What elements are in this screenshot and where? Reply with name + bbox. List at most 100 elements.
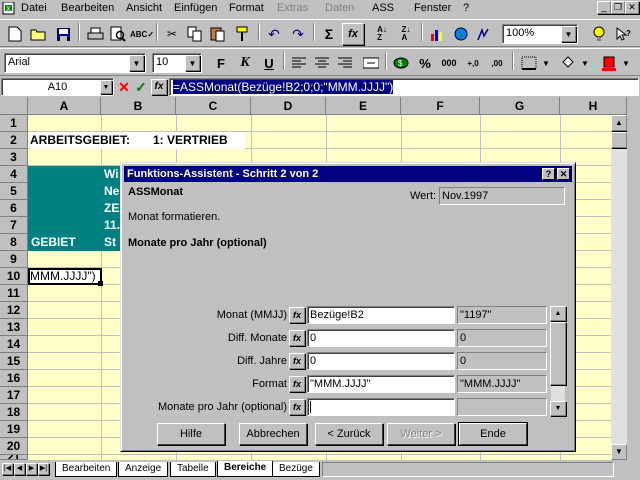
arg-input-monat[interactable]: Bezüge!B2 [307,306,455,324]
increase-decimal-button[interactable]: +,0 [462,52,484,74]
chevron-down-icon[interactable]: ▼ [620,52,632,74]
back-button[interactable]: < Zurück [315,423,383,445]
row-header[interactable]: 3 [0,149,28,166]
arg-fx-icon[interactable]: fx [289,399,305,415]
col-header-g[interactable]: G [480,97,560,115]
next-button[interactable]: Weiter > [387,423,455,445]
row-header[interactable]: 6 [0,200,28,217]
tab-bereiche[interactable]: Bereiche [217,461,274,477]
arg-fx-icon[interactable]: fx [289,353,305,369]
function-wizard-icon[interactable]: fx [342,23,364,45]
fill-color-icon[interactable] [557,52,579,74]
excel-doc-icon[interactable]: X [2,1,16,15]
formula-input[interactable]: =ASSMonat(Bezüge!B2;0;0;"MMM.JJJJ") [169,78,639,96]
font-select[interactable]: Arial ▼ [4,53,146,73]
menu-ansicht[interactable]: Ansicht [126,2,162,14]
arg-fx-icon[interactable]: fx [289,330,305,346]
menu-daten[interactable]: Daten [325,2,354,14]
row-header[interactable]: 9 [0,251,28,268]
chevron-down-icon[interactable]: ▼ [579,52,591,74]
restore-button[interactable]: ❐ [611,1,625,14]
row-header[interactable]: 12 [0,302,28,319]
scroll-up-icon[interactable]: ▲ [611,115,627,131]
arg-input-diff-monate[interactable]: 0 [307,329,455,347]
horizontal-scrollbar[interactable] [322,462,614,477]
first-sheet-icon[interactable]: |◀ [2,463,13,475]
scroll-down-icon[interactable]: ▼ [611,444,627,460]
align-center-icon[interactable] [311,52,333,74]
menu-datei[interactable]: Datei [21,2,47,14]
scroll-thumb[interactable] [611,132,627,148]
row-header[interactable]: 10 [0,268,28,285]
map-icon[interactable] [450,23,472,45]
arg-scroll-thumb[interactable] [550,322,566,385]
sort-desc-icon[interactable]: Z↓ A [395,23,417,45]
row-header[interactable]: 5 [0,183,28,200]
row-header[interactable]: 18 [0,404,28,421]
cut-icon[interactable]: ✂ [161,23,183,45]
scroll-up-icon[interactable]: ▲ [550,306,566,321]
chart-wizard-icon[interactable] [426,23,448,45]
row-header[interactable]: 8 [0,234,28,251]
row-header[interactable]: 14 [0,336,28,353]
print-preview-icon[interactable] [107,23,129,45]
row-header[interactable]: 7 [0,217,28,234]
menu-einfuegen[interactable]: Einfügen [174,2,217,14]
col-header-f[interactable]: F [401,97,480,115]
open-icon[interactable] [28,23,50,45]
row-header[interactable]: 17 [0,387,28,404]
help-pointer-icon[interactable]: ? [612,23,634,45]
row-header[interactable]: 19 [0,421,28,438]
font-size-select[interactable]: 10 ▼ [152,53,202,73]
save-icon[interactable] [52,23,74,45]
arg-input-format[interactable]: "MMM.JJJJ" [307,375,455,393]
menu-fenster[interactable]: Fenster [414,2,451,14]
menu-format[interactable]: Format [229,2,264,14]
help-button[interactable]: Hilfe [157,423,225,445]
menu-bearbeiten[interactable]: Bearbeiten [61,2,114,14]
percent-button[interactable]: % [414,52,436,74]
prev-sheet-icon[interactable]: ◀ [14,463,25,475]
tip-wizard-icon[interactable] [588,23,610,45]
tab-bearbeiten[interactable]: Bearbeiten [55,462,118,477]
arg-input-monate-pro-jahr[interactable] [307,398,455,416]
chevron-down-icon[interactable]: ▼ [129,55,144,71]
finish-button[interactable]: Ende [458,422,528,446]
col-header-d[interactable]: D [251,97,326,115]
chevron-down-icon[interactable]: ▼ [561,26,576,42]
italic-button[interactable]: K [234,52,256,74]
tab-tabelle[interactable]: Tabelle [170,462,216,477]
row-header[interactable]: 13 [0,319,28,336]
arg-input-diff-jahre[interactable]: 0 [307,352,455,370]
col-header-e[interactable]: E [326,97,401,115]
row-header[interactable]: 20 [0,438,28,455]
row-header[interactable]: 1 [0,115,28,132]
col-header-h[interactable]: H [560,97,627,115]
last-sheet-icon[interactable]: ▶| [38,463,49,475]
menu-extras[interactable]: Extras [277,2,308,14]
vertical-scrollbar[interactable] [611,115,627,460]
merge-center-icon[interactable] [360,52,382,74]
name-box[interactable]: A10 ▼ [1,78,114,96]
minimize-button[interactable]: _ [597,1,611,14]
col-header-b[interactable]: B [101,97,176,115]
help-icon[interactable]: ? [542,168,555,180]
select-all-corner[interactable] [0,97,28,115]
zoom-select[interactable]: 100% ▼ [502,24,578,44]
confirm-icon[interactable]: ✓ [133,78,149,96]
redo-icon[interactable]: ↷ [287,23,309,45]
cancel-icon[interactable]: ✕ [116,78,132,96]
col-header-c[interactable]: C [176,97,251,115]
cancel-button[interactable]: Abbrechen [239,423,307,445]
chevron-down-icon[interactable]: ▼ [100,80,112,94]
row-header[interactable]: 15 [0,353,28,370]
dialog-title-bar[interactable]: Funktions-Assistent - Schritt 2 von 2 ? … [124,166,572,182]
arg-fx-icon[interactable]: fx [289,307,305,323]
font-color-icon[interactable] [598,52,620,74]
row-header[interactable]: 16 [0,370,28,387]
menu-ass[interactable]: ASS [372,2,394,14]
underline-button[interactable]: U [258,52,280,74]
print-icon[interactable] [84,23,106,45]
borders-icon[interactable] [518,52,540,74]
row-header[interactable]: 11 [0,285,28,302]
